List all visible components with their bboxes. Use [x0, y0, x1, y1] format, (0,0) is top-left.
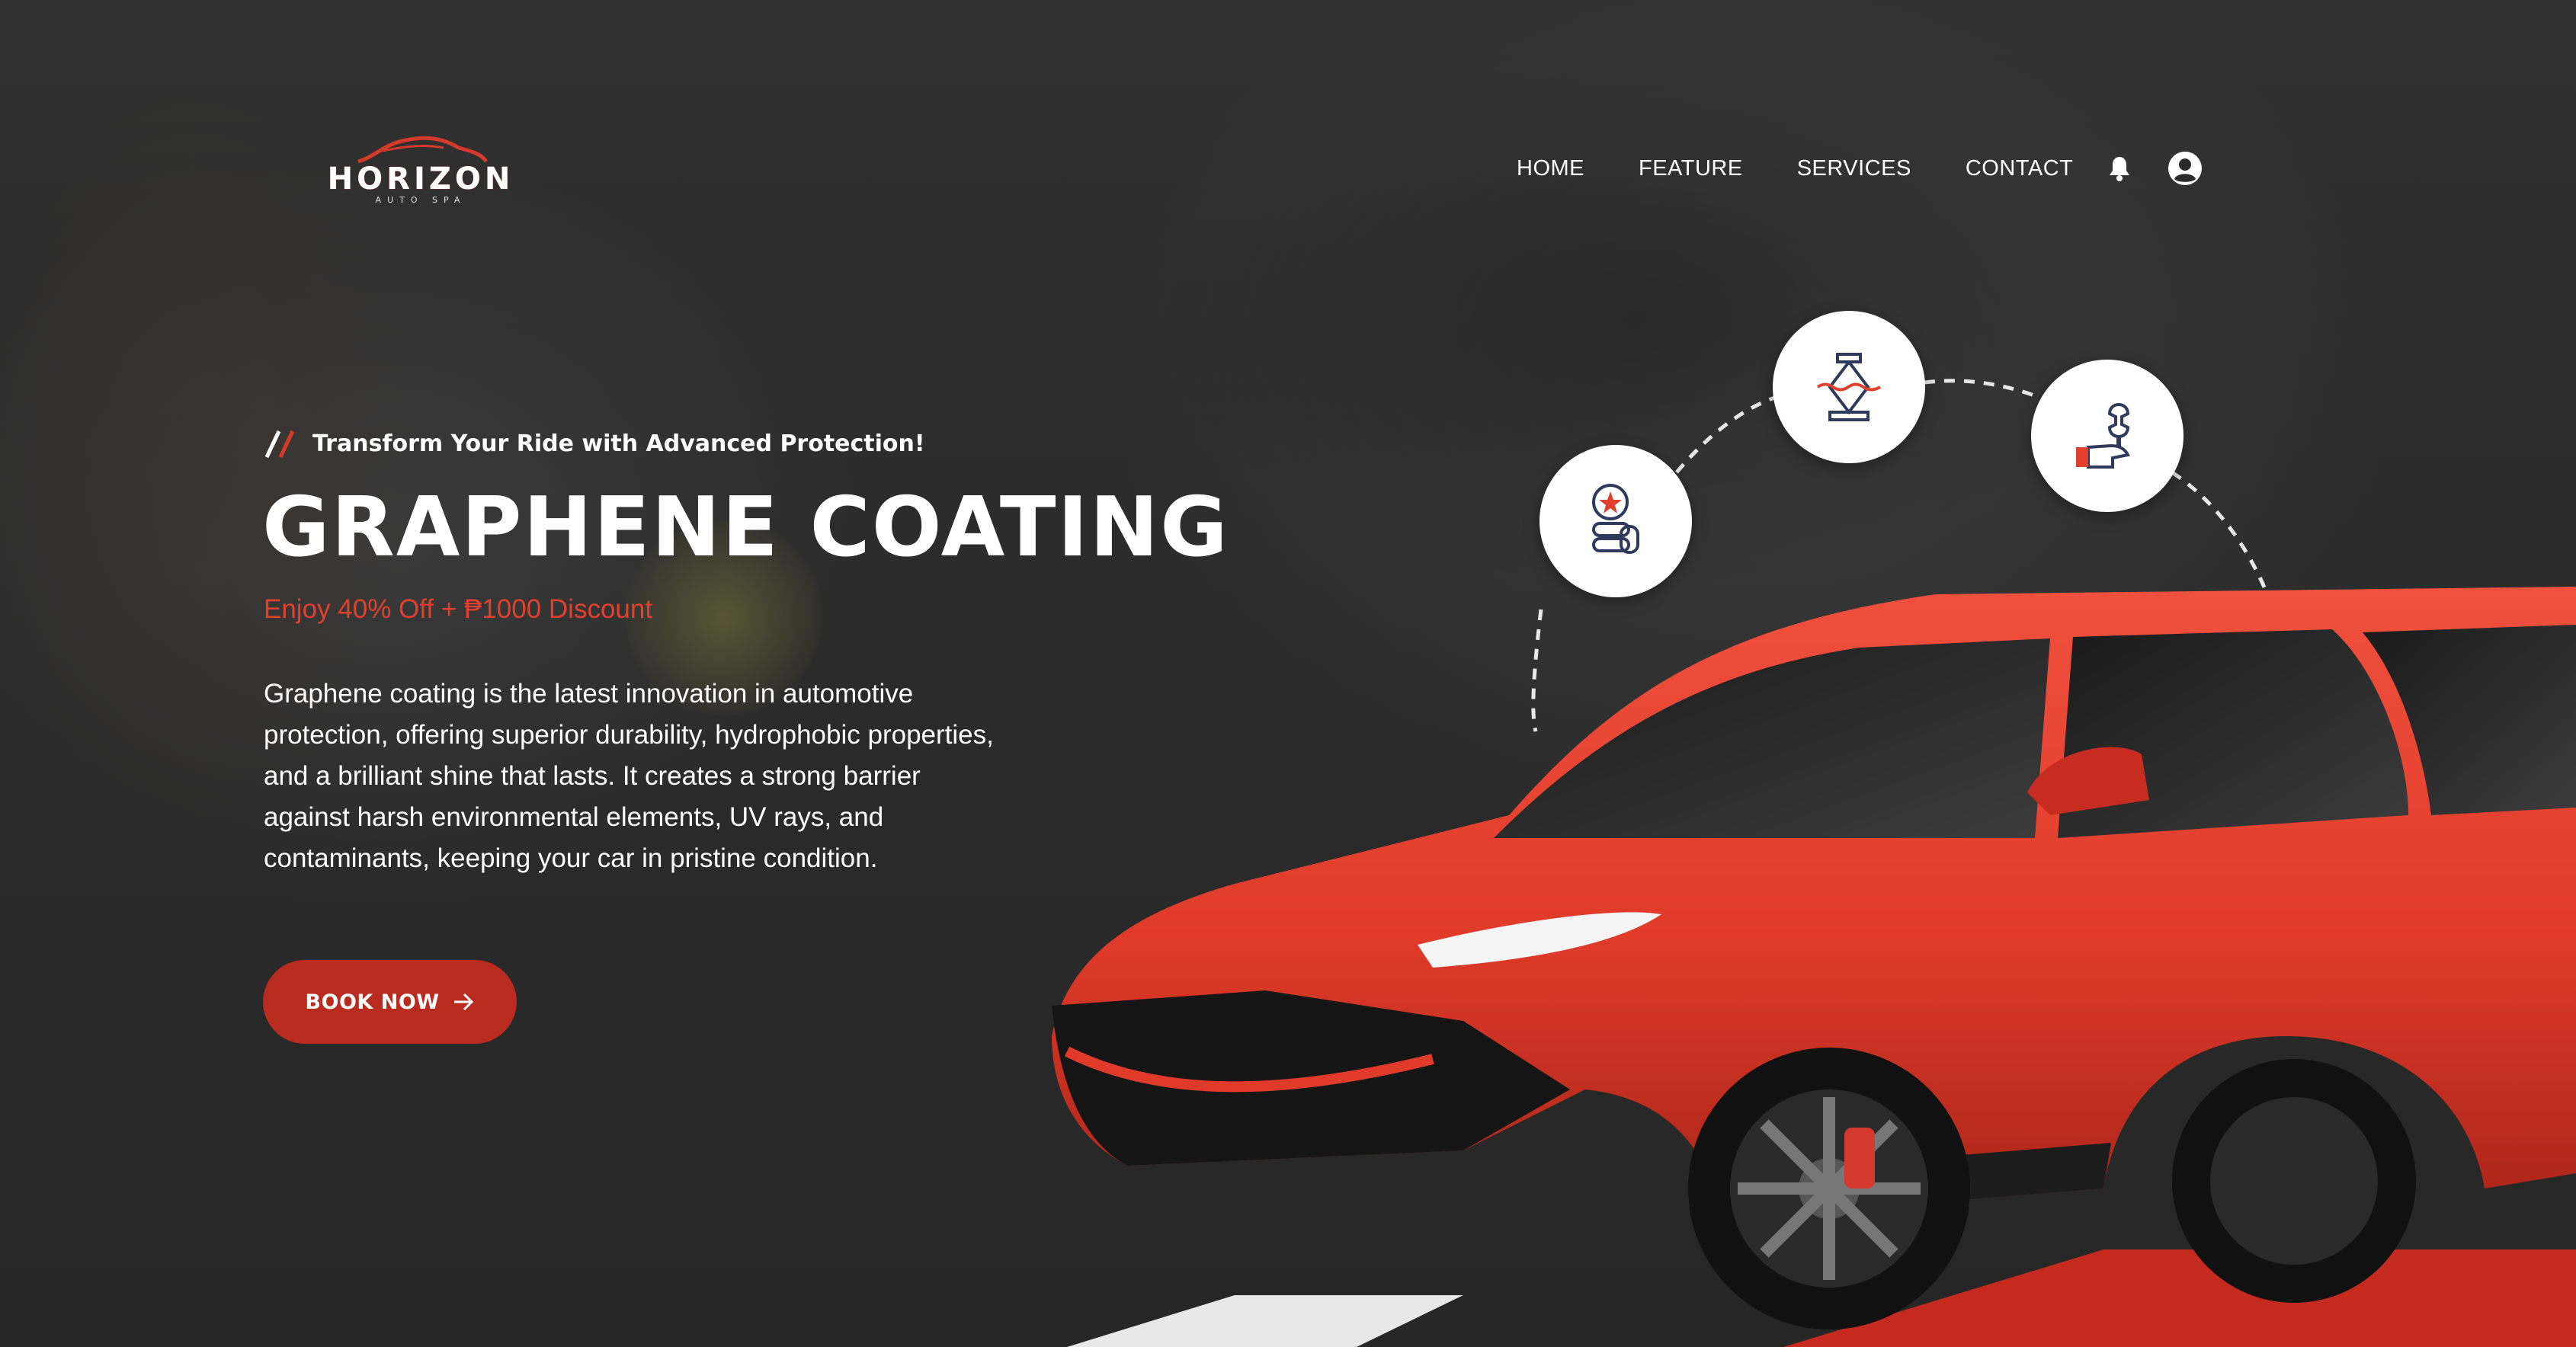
hero-eyebrow: Transform Your Ride with Advanced Protec…	[264, 428, 925, 459]
repair-wrench-icon	[2076, 402, 2130, 469]
arrow-right-icon	[453, 993, 473, 1011]
nav-home-link[interactable]: HOME	[1517, 156, 1584, 181]
page-title: GRAPHENE COATING	[262, 480, 1229, 575]
eyebrow-text: Transform Your Ride with Advanced Protec…	[312, 430, 925, 457]
car-jack-button[interactable]	[1773, 311, 1925, 463]
repair-service-button[interactable]	[2031, 360, 2184, 512]
double-slash-icon	[264, 430, 295, 459]
tire-service-button[interactable]	[1540, 445, 1692, 597]
promo-text: Enjoy 40% Off + ₱1000 Discount	[264, 594, 653, 624]
book-now-label: BOOK NOW	[305, 990, 440, 1014]
tire-service-icon	[1592, 484, 1639, 554]
book-now-button[interactable]: BOOK NOW	[263, 960, 517, 1044]
red-suv-image	[1052, 587, 2576, 1347]
hero-section: HORIZON AUTO SPA HOME FEATURE SERVICES C…	[0, 0, 2576, 1347]
nav-feature-link[interactable]: FEATURE	[1639, 156, 1743, 181]
brand-tagline: AUTO SPA	[375, 195, 466, 205]
brand-logo[interactable]: HORIZON AUTO SPA	[314, 131, 527, 207]
hero-description: Graphene coating is the latest innovatio…	[264, 679, 994, 873]
car-jack-icon	[1816, 353, 1882, 421]
main-navigation: HOME FEATURE SERVICES CONTACT	[1517, 151, 2203, 186]
nav-services-link[interactable]: SERVICES	[1797, 156, 1911, 181]
bell-icon[interactable]	[2108, 155, 2131, 181]
brand-name: HORIZON	[327, 162, 514, 197]
nav-contact-link[interactable]: CONTACT	[1966, 156, 2074, 181]
user-account-icon[interactable]	[2167, 151, 2203, 186]
